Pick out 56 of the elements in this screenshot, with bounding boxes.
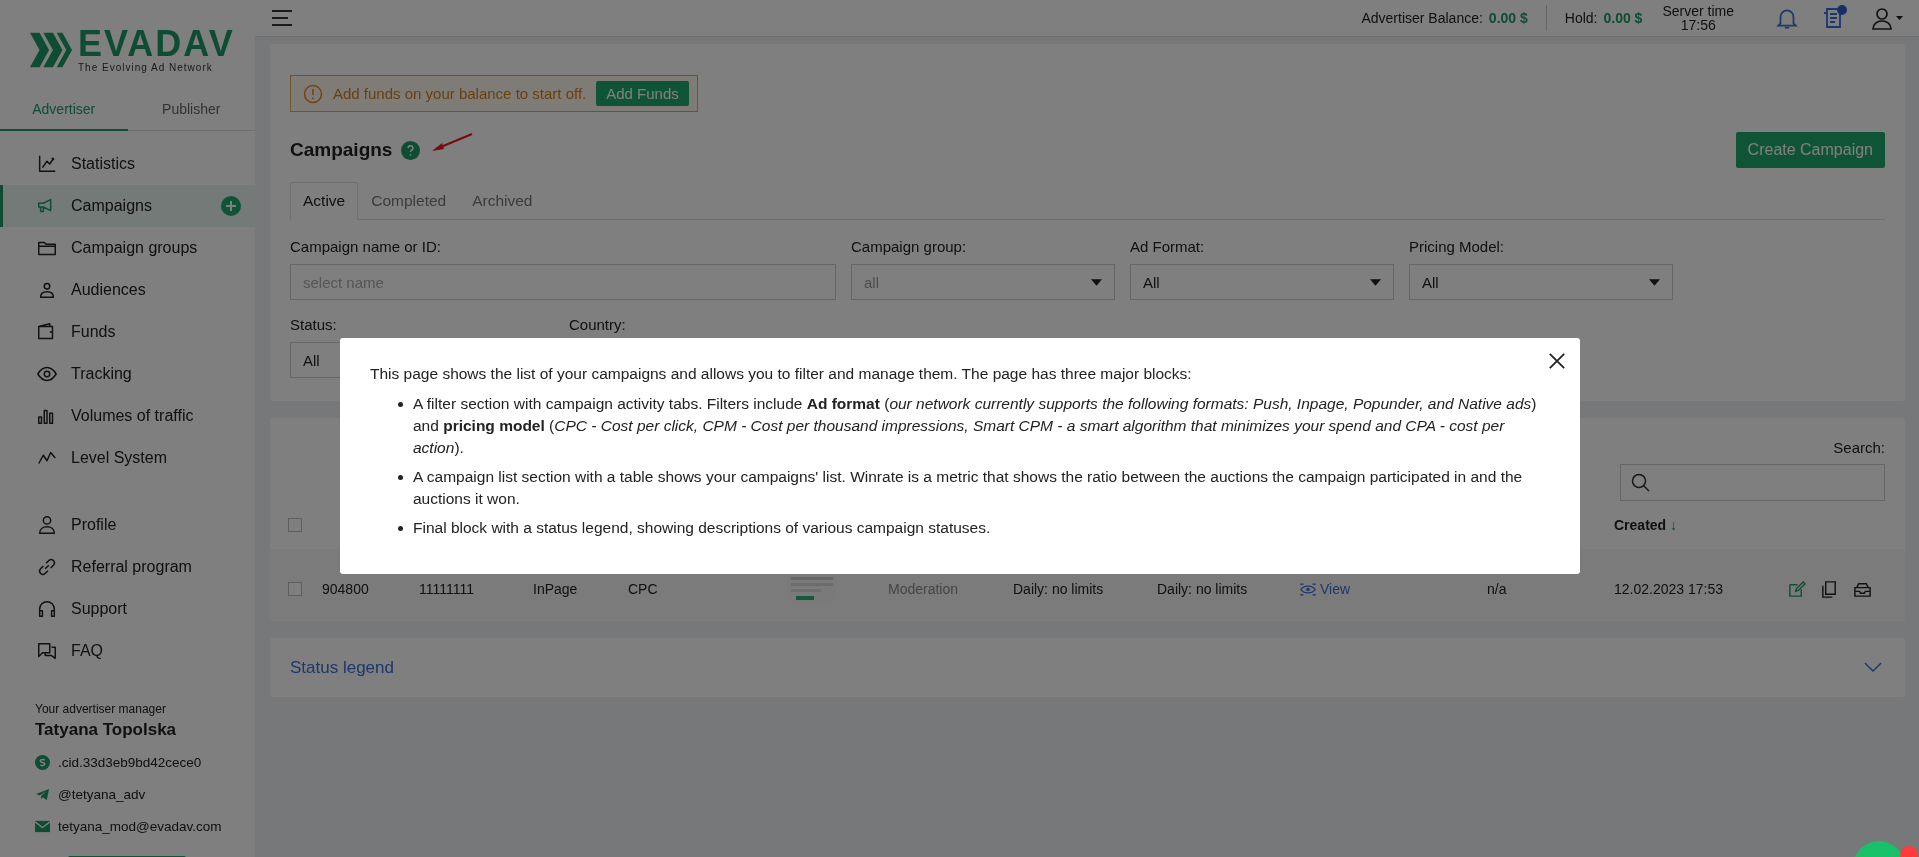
table-cell-text: Daily: no limits <box>1157 581 1249 597</box>
hold-value: 0.00 $ <box>1603 10 1643 26</box>
filter-label: Campaign name or ID: <box>290 238 442 255</box>
status-legend-panel[interactable]: Status legend <box>270 638 1905 697</box>
hold-label: Hold: <box>1564 10 1598 26</box>
sidebar-item[interactable]: Profile <box>0 504 255 546</box>
role-tab[interactable]: Publisher <box>127 91 255 130</box>
table-cell-text: 12.02.2023 17:53 <box>1614 581 1724 597</box>
balance-value: 0.00 $ <box>1488 10 1528 26</box>
table-cell-text: 904800 <box>322 581 370 597</box>
sidebar-item[interactable]: Volumes of traffic <box>0 395 255 437</box>
sidebar-item[interactable]: FAQ <box>0 630 255 672</box>
dialog-text: A campaign list section with a table shows your campaigns' list. Winrate is a metric that shows the ratio between the auctions the campaign participated in and the auctions it won. <box>413 467 1524 509</box>
manager-name: Tatyana Topolska <box>35 720 178 740</box>
filter-label: Ad Format: <box>1130 238 1206 255</box>
sidebar-item[interactable]: Audiences <box>0 269 255 311</box>
role-tab[interactable]: Advertiser <box>0 91 128 131</box>
dialog-text: Final block with a status legend, showing descriptions of various campaign statuses. <box>413 518 991 538</box>
sidebar-item[interactable]: Support <box>0 588 255 630</box>
filter-label: Campaign group: <box>851 238 968 255</box>
table-cell-text: InPage <box>533 581 579 597</box>
page-title: Campaigns <box>290 139 393 161</box>
alert-text: Add funds on your balance to start off. <box>333 85 587 102</box>
table-cell-text: CPC <box>628 581 659 597</box>
contact-text[interactable]: tetyana_mod@evadav.com <box>58 818 222 834</box>
sidebar-item[interactable]: Level System <box>0 437 255 479</box>
table-cell-text: Daily: no limits <box>1013 581 1105 597</box>
sidebar-item[interactable]: Funds <box>0 311 255 353</box>
logo-name: EVADAV <box>78 26 235 62</box>
table-cell-text: n/a <box>1487 581 1508 597</box>
filter-label: Country: <box>569 316 627 333</box>
table-cell-text: 11111111 <box>419 581 475 597</box>
view-link[interactable]: View <box>1300 581 1487 597</box>
status-tab[interactable]: Active <box>290 182 359 220</box>
select-field[interactable]: All <box>1130 264 1394 300</box>
search-label: Search: <box>1833 439 1885 456</box>
dialog-text: A filter section with campaign activity tabs. Filters include Ad format (our network currently supports the following formats: Push, Inpage, Popunder, and Native ads) and pricing model (CPC - Cost per click, CPM - Cost per thousand impressions, Smart CPM - a smart algorithm that minimizes your spend and CPA - cost per action). <box>413 394 1538 458</box>
dialog-text: This page shows the list of your campaigns and allows you to filter and manage them. The page has three major blocks: <box>370 364 1193 384</box>
manager-heading: Your advertiser manager <box>35 702 167 716</box>
sidebar-item[interactable]: Campaigns <box>0 185 255 227</box>
sidebar-item[interactable]: Referral program <box>0 546 255 588</box>
sidebar-item[interactable]: Campaign groups <box>0 227 255 269</box>
logo-tagline: The Evolving Ad Network <box>78 62 214 73</box>
status-tab[interactable]: Archived <box>459 182 546 220</box>
contact-text[interactable]: @tetyana_adv <box>58 786 146 802</box>
select-field[interactable]: All <box>1409 264 1673 300</box>
sidebar-item[interactable]: Statistics <box>0 143 255 185</box>
server-time-label: Server time <box>1662 4 1734 18</box>
filter-label: Status: <box>290 316 338 333</box>
balance-label: Advertiser Balance: <box>1361 10 1483 26</box>
column-header[interactable]: Created ↓ <box>1614 517 1787 533</box>
server-time: 17:56 <box>1680 18 1716 32</box>
filter-label: Pricing Model: <box>1409 238 1506 255</box>
contact-text[interactable]: .cid.33d3eb9bd42cece0 <box>58 754 202 770</box>
sidebar-item[interactable]: Tracking <box>0 353 255 395</box>
status-tab[interactable]: Completed <box>358 182 460 220</box>
